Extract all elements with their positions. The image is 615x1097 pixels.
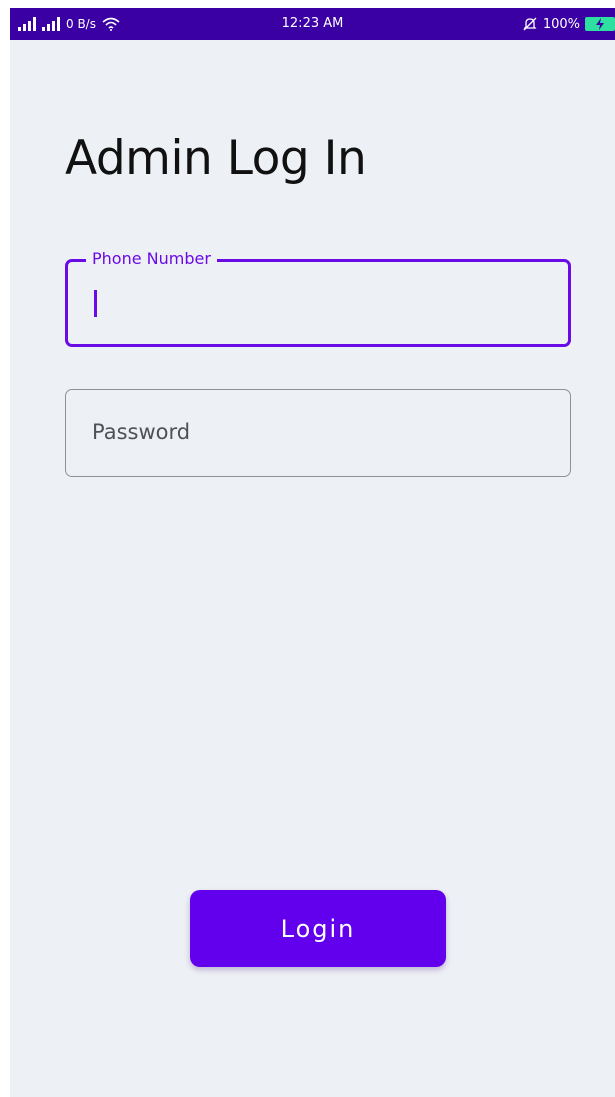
page-title: Admin Log In xyxy=(65,131,367,186)
bell-muted-icon xyxy=(523,17,537,31)
password-placeholder: Password xyxy=(92,420,191,444)
text-cursor xyxy=(94,290,97,317)
status-right: 100% xyxy=(522,8,615,40)
status-bar: 0 B/s 12:23 AM 100% xyxy=(10,8,615,40)
phone-number-label: Phone Number xyxy=(86,249,217,269)
battery-percent: 100% xyxy=(542,16,580,32)
login-button[interactable]: Login xyxy=(190,890,446,967)
app-screen: 0 B/s 12:23 AM 100% Admin Log In Phone N… xyxy=(10,8,615,1097)
password-field[interactable]: Password xyxy=(65,389,571,477)
battery-charging-icon xyxy=(585,17,615,31)
phone-number-field[interactable]: Phone Number xyxy=(65,249,571,347)
